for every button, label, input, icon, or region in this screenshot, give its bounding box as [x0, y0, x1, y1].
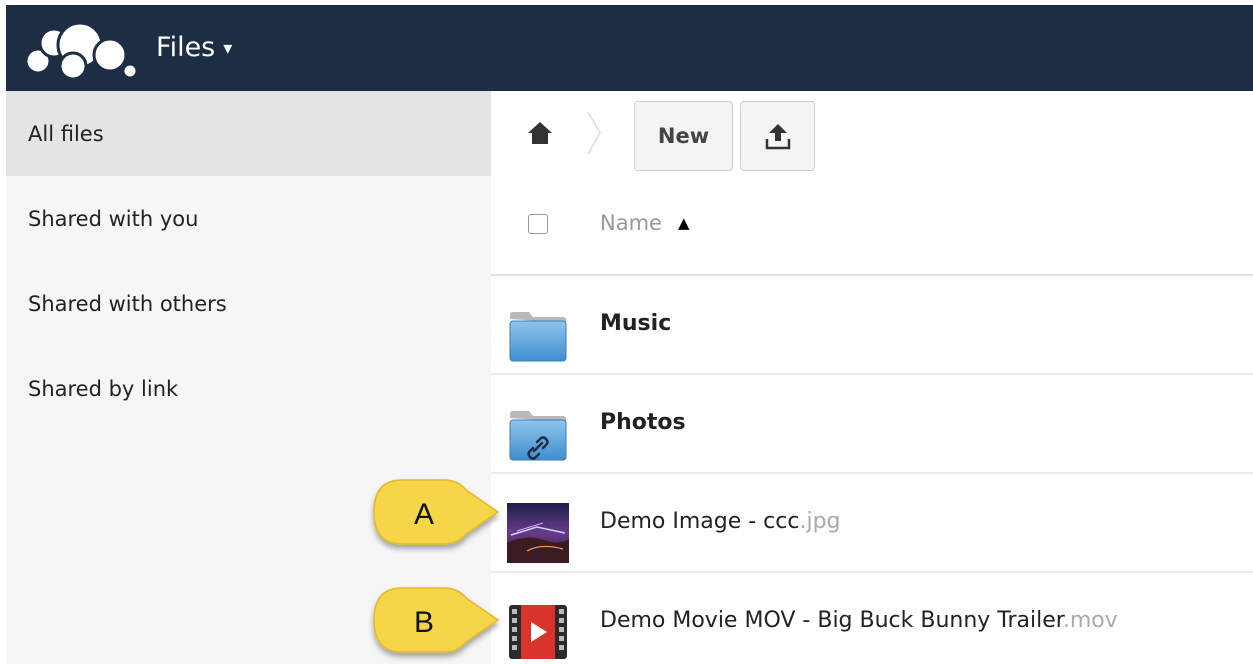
- file-row-photos[interactable]: Photos: [491, 375, 1253, 474]
- file-row-demo-movie[interactable]: Demo Movie MOV - Big Buck Bunny Trailer.…: [491, 573, 1253, 664]
- app-title: Files: [156, 32, 216, 63]
- file-browser: New Name ▲ Music Photos Demo Image - ccc…: [491, 91, 1253, 664]
- image-thumbnail: [507, 503, 569, 563]
- select-all-checkbox[interactable]: [528, 214, 548, 234]
- sidebar-item-shared-with-you[interactable]: Shared with you: [6, 176, 491, 261]
- file-name: Photos: [600, 410, 686, 435]
- file-name: Music: [600, 311, 672, 336]
- file-name: Demo Image - ccc.jpg: [600, 509, 841, 534]
- caret-down-icon: ▾: [223, 38, 233, 59]
- file-row-demo-image[interactable]: Demo Image - ccc.jpg: [491, 474, 1253, 573]
- new-button[interactable]: New: [634, 101, 733, 171]
- file-row-music[interactable]: Music: [491, 276, 1253, 375]
- upload-button[interactable]: [740, 101, 815, 171]
- file-extension: .jpg: [799, 509, 841, 534]
- upload-icon: [765, 124, 790, 150]
- breadcrumb-separator-icon: [587, 111, 601, 155]
- sidebar-item-shared-with-others[interactable]: Shared with others: [6, 261, 491, 346]
- app-header: Files ▾: [6, 5, 1253, 91]
- owncloud-logo-icon[interactable]: [18, 19, 140, 81]
- callout-a-label: A: [414, 498, 434, 531]
- new-button-label: New: [657, 124, 710, 148]
- callout-b: B: [373, 587, 500, 653]
- callout-a: A: [373, 479, 500, 545]
- sort-ascending-icon: ▲: [677, 214, 690, 232]
- file-name: Demo Movie MOV - Big Buck Bunny Trailer.…: [600, 608, 1118, 633]
- sidebar: All files Shared with you Shared with ot…: [6, 91, 491, 664]
- file-basename: Demo Image - ccc: [600, 509, 800, 534]
- name-column-label: Name: [600, 211, 662, 235]
- callout-b-label: B: [414, 606, 434, 639]
- sidebar-item-all-files[interactable]: All files: [6, 91, 491, 176]
- app-menu-toggle[interactable]: Files ▾: [156, 32, 232, 63]
- video-file-icon: [509, 605, 567, 659]
- sidebar-item-label: Shared with others: [28, 291, 227, 316]
- folder-icon: [509, 312, 567, 362]
- sidebar-item-shared-by-link[interactable]: Shared by link: [6, 346, 491, 431]
- shared-folder-link-icon: [509, 411, 567, 461]
- sidebar-item-label: Shared by link: [28, 376, 179, 401]
- file-basename: Demo Movie MOV - Big Buck Bunny Trailer: [600, 608, 1063, 633]
- name-column-header[interactable]: Name ▲: [600, 211, 690, 235]
- file-extension: .mov: [1062, 608, 1118, 633]
- home-icon[interactable]: [527, 121, 553, 145]
- sidebar-item-label: All files: [28, 121, 104, 146]
- sidebar-item-label: Shared with you: [28, 206, 199, 231]
